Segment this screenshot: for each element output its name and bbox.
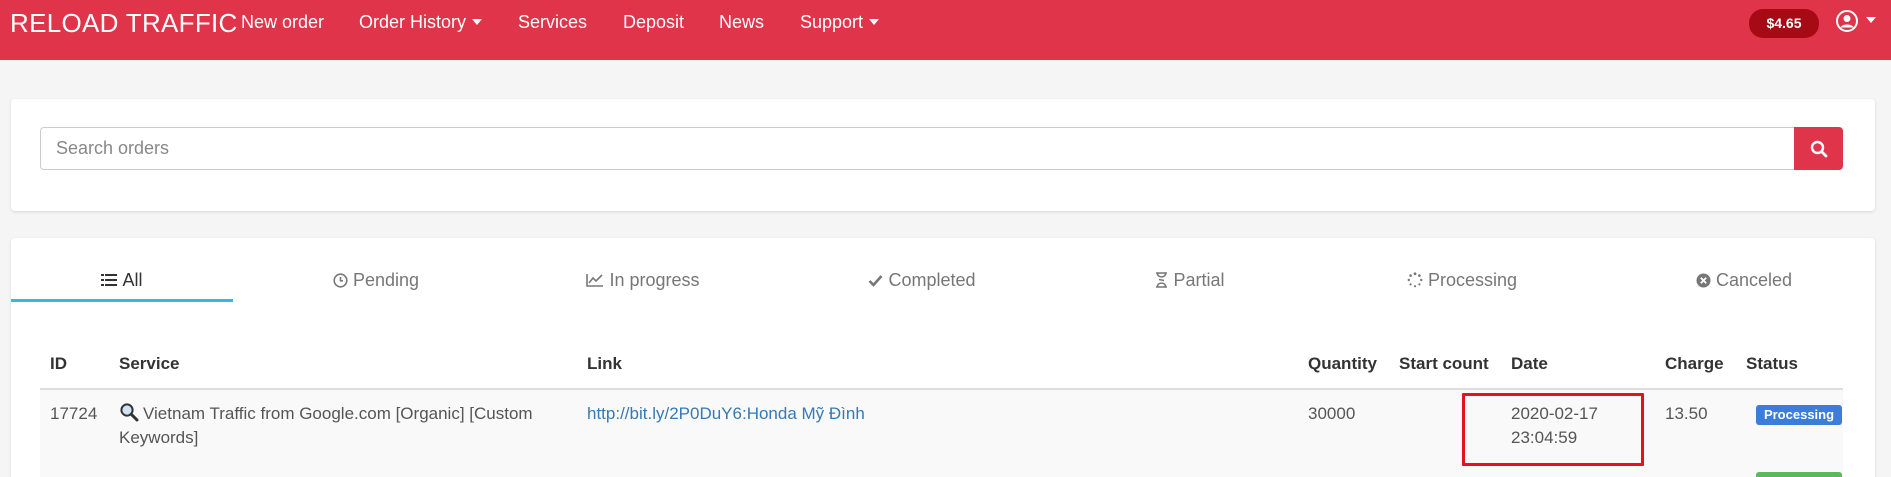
nav-order-history-label: Order History [359, 12, 467, 32]
hourglass-icon [1156, 272, 1168, 288]
tab-canceled[interactable]: Canceled [1639, 256, 1849, 304]
order-charge: 13.50 [1665, 404, 1708, 423]
check-icon [869, 274, 883, 287]
nav-news[interactable]: News [719, 12, 764, 33]
search-icon [1810, 140, 1827, 157]
nav-new-order[interactable]: New order [241, 12, 324, 33]
tab-completed[interactable]: Completed [817, 256, 1027, 304]
caret-down-icon [472, 19, 483, 26]
nav-support[interactable]: Support [800, 12, 880, 33]
top-navbar: RELOAD TRAFFIC New order Order History S… [0, 0, 1891, 60]
brand-logo[interactable]: RELOAD TRAFFIC [10, 8, 238, 39]
tab-all-label: All [122, 269, 143, 290]
clock-icon [333, 272, 348, 288]
spinner-icon [1407, 272, 1423, 288]
column-header-date[interactable]: Date [1511, 354, 1548, 374]
nav-services[interactable]: Services [518, 12, 587, 33]
status-badge: Processing [1756, 405, 1842, 425]
tab-processing[interactable]: Processing [1357, 256, 1567, 304]
search-panel [11, 99, 1875, 211]
search-button[interactable] [1794, 127, 1843, 170]
order-link[interactable]: http://bit.ly/2P0DuY6:Honda Mỹ Đình [587, 402, 865, 426]
caret-down-icon [869, 19, 880, 26]
tab-partial[interactable]: Partial [1085, 256, 1295, 304]
highlight-annotation [1462, 393, 1644, 466]
active-tab-indicator [11, 299, 233, 302]
column-header-start-count[interactable]: Start count [1399, 354, 1489, 374]
nav-deposit[interactable]: Deposit [623, 12, 684, 33]
nav-order-history[interactable]: Order History [359, 12, 483, 33]
order-service: Vietnam Traffic from Google.com [Organic… [119, 402, 579, 450]
column-header-id[interactable]: ID [50, 354, 67, 374]
column-header-charge[interactable]: Charge [1665, 354, 1724, 374]
user-circle-icon [1836, 10, 1858, 32]
order-quantity: 30000 [1308, 404, 1356, 423]
tab-completed-label: Completed [888, 269, 976, 290]
magnifier-icon [120, 403, 139, 422]
tab-pending-label: Pending [352, 269, 420, 290]
order-service-name: Vietnam Traffic from Google.com [Organic… [119, 404, 533, 447]
column-header-link[interactable]: Link [587, 354, 622, 374]
list-icon [101, 274, 118, 286]
tab-pending[interactable]: Pending [271, 256, 481, 304]
order-id: 17724 [50, 404, 98, 423]
tab-in-progress-label: In progress [609, 269, 700, 290]
status-badge-partial [1756, 472, 1842, 477]
tab-canceled-label: Canceled [1715, 269, 1793, 290]
user-menu[interactable] [1836, 10, 1877, 32]
column-header-service[interactable]: Service [119, 354, 180, 374]
tab-all[interactable]: All [11, 256, 233, 304]
line-chart-icon [586, 274, 604, 287]
search-orders-input[interactable] [40, 127, 1794, 170]
caret-down-icon [1866, 17, 1877, 23]
tab-in-progress[interactable]: In progress [538, 256, 748, 304]
tab-partial-label: Partial [1173, 269, 1225, 290]
column-header-quantity[interactable]: Quantity [1308, 354, 1377, 374]
nav-support-label: Support [800, 12, 864, 32]
balance-badge[interactable]: $4.65 [1749, 9, 1819, 38]
times-circle-icon [1696, 273, 1711, 287]
tab-processing-label: Processing [1427, 269, 1518, 290]
column-header-status[interactable]: Status [1746, 354, 1798, 374]
